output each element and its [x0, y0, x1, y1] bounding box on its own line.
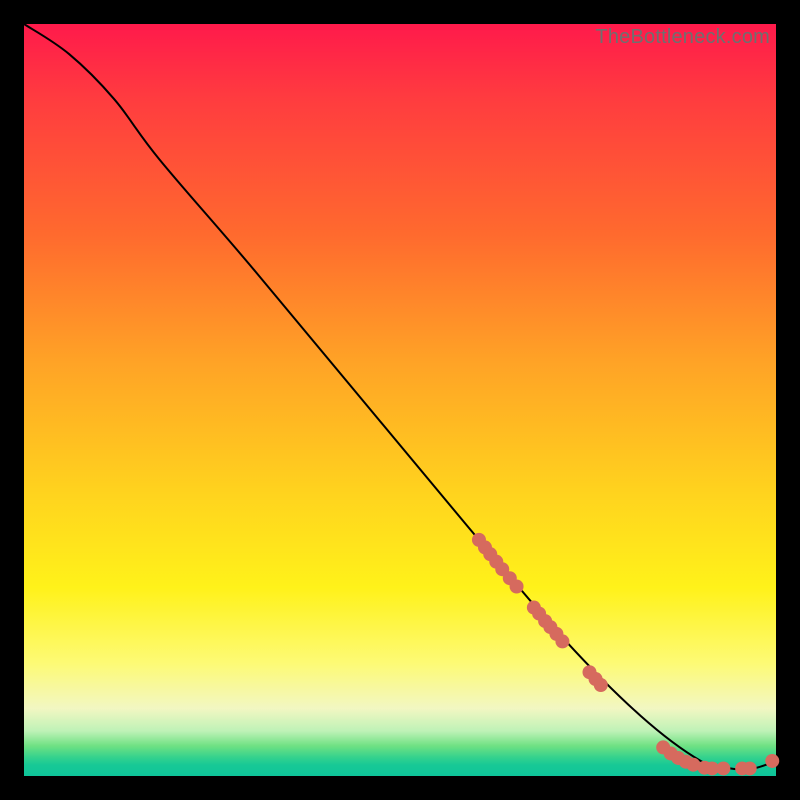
plot-area: TheBottleneck.com: [24, 24, 776, 776]
data-point: [765, 754, 779, 768]
data-point: [555, 634, 569, 648]
data-point: [594, 678, 608, 692]
data-point: [716, 761, 730, 775]
data-point: [743, 761, 757, 775]
chart-svg: [24, 24, 776, 776]
curve-line: [24, 24, 776, 769]
data-points: [472, 533, 779, 776]
data-point: [510, 580, 524, 594]
